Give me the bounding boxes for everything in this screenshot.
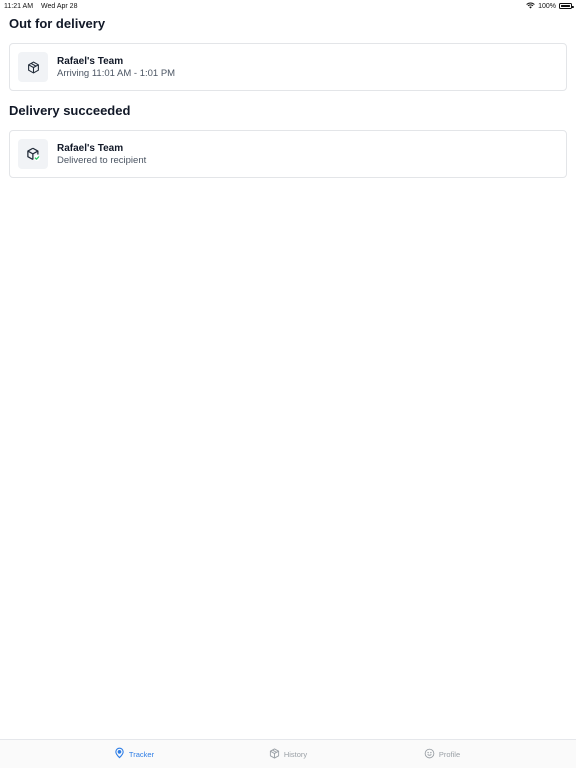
tab-label: Profile [438,749,461,759]
section-title-delivery-succeeded: Delivery succeeded [9,103,131,118]
section-title-out-for-delivery: Out for delivery [9,16,106,31]
card-text: Rafael's Team Arriving 11:01 AM - 1:01 P… [57,56,175,79]
battery-percent: 100% [538,2,556,10]
battery-icon [559,3,574,9]
status-right: 100% [526,2,574,11]
card-subtitle: Arriving 11:01 AM - 1:01 PM [57,67,176,79]
tab-tracker[interactable]: Tracker [57,740,211,768]
card-subtitle: Delivered to recipient [57,154,147,166]
delivery-card-out-for-delivery[interactable]: Rafael's Team Arriving 11:01 AM - 1:01 P… [9,43,567,91]
tab-profile[interactable]: Profile [365,740,519,768]
status-date: Wed Apr 28 [41,2,78,10]
package-delivered-icon [18,139,48,169]
battery-fill [560,4,571,8]
card-title: Rafael's Team [57,55,124,67]
wifi-icon [526,2,535,11]
tab-label: Tracker [128,749,155,759]
tab-bar: Tracker History Profile [0,739,576,768]
delivery-card-succeeded[interactable]: Rafael's Team Delivered to recipient [9,130,567,178]
location-pin-icon [114,747,125,761]
smiley-icon [424,748,435,761]
package-icon [269,747,280,761]
status-time: 11:21 AM [4,2,34,10]
status-left: 11:21 AM Wed Apr 28 [4,3,83,10]
status-bar: 11:21 AM Wed Apr 28 100% [0,0,576,12]
card-text: Rafael's Team Delivered to recipient [57,143,146,166]
card-title: Rafael's Team [57,142,124,154]
tab-label: History [283,749,308,759]
app-screen: 11:21 AM Wed Apr 28 100% Out for deliver… [0,0,576,768]
package-icon [18,52,48,82]
tab-history[interactable]: History [211,740,365,768]
